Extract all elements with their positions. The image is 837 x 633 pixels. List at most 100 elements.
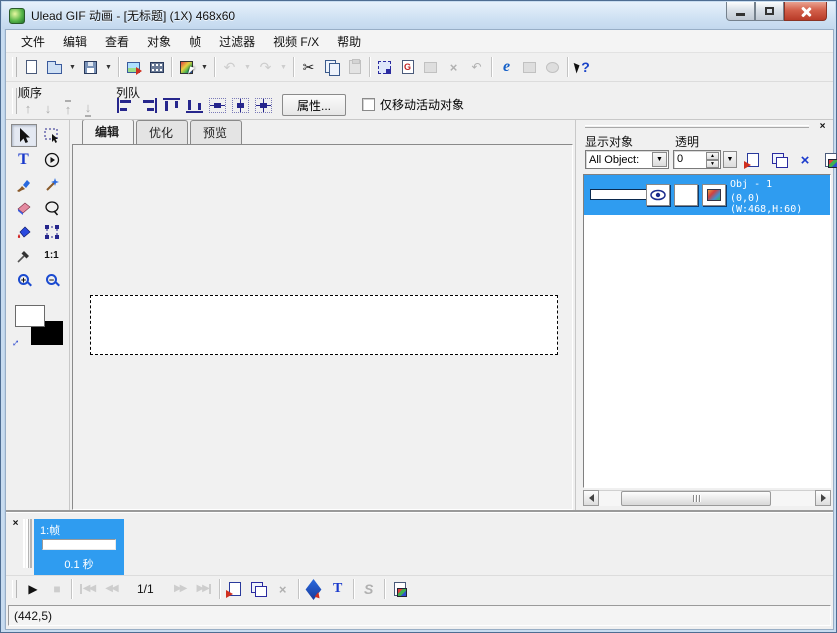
magic-wand-tool-button[interactable] — [39, 172, 65, 195]
tab-edit[interactable]: 编辑 — [82, 119, 134, 144]
add-video-button[interactable] — [145, 55, 168, 79]
spinner-up-icon[interactable]: ▲ — [706, 152, 719, 160]
undo-button: ↶ — [218, 55, 241, 79]
context-help-button[interactable]: ? — [571, 55, 594, 79]
object-list[interactable]: Obj - 1 (0,0)(W:468,H:60) — [583, 174, 831, 488]
frame-1-cell[interactable]: 1:帧 0.1 秒 — [34, 519, 124, 575]
canvas-object-banner[interactable] — [90, 295, 558, 355]
copy-button[interactable] — [320, 55, 343, 79]
toolbar-grip[interactable] — [12, 88, 17, 114]
align-right-button[interactable] — [140, 98, 157, 113]
panel-close-button[interactable]: × — [816, 120, 829, 132]
spinner-down-icon[interactable]: ▼ — [706, 160, 719, 168]
object-image-button[interactable] — [702, 184, 726, 206]
transparency-spinner[interactable]: 0 ▲ ▼ — [673, 150, 721, 169]
save-dropdown[interactable]: ▼ — [102, 55, 115, 79]
panel-controls: All Object: ▼ 0 ▲ ▼ ▼ × — [583, 150, 831, 172]
timeline-close-button[interactable]: × — [9, 517, 22, 529]
new-button[interactable] — [20, 55, 43, 79]
scroll-right-button[interactable] — [815, 490, 831, 506]
lasso-tool-button[interactable] — [39, 196, 65, 219]
delete-object-button[interactable]: × — [795, 150, 815, 170]
duplicate-frame-button[interactable] — [247, 578, 271, 600]
zoom-out-button[interactable]: − — [39, 268, 65, 291]
foreground-color-swatch[interactable] — [15, 305, 45, 327]
eraser-tool-button[interactable] — [11, 196, 37, 219]
toolbar-grip[interactable] — [12, 580, 17, 598]
object-filter-combobox[interactable]: All Object: ▼ — [585, 150, 669, 169]
object-list-item-selected[interactable]: Obj - 1 (0,0)(W:468,H:60) — [584, 175, 830, 215]
center-horizontal-button[interactable] — [232, 98, 249, 113]
text-tool-button[interactable]: T — [11, 148, 37, 171]
panel-header: × — [583, 120, 831, 133]
html-assistant-icon — [521, 58, 539, 76]
move-active-only-checkbox[interactable] — [362, 98, 375, 111]
close-button[interactable] — [784, 2, 827, 21]
center-vertical-button[interactable] — [209, 98, 226, 113]
timeline-grip[interactable] — [23, 519, 29, 568]
pick-color-tool-button[interactable] — [175, 55, 198, 79]
menu-view[interactable]: 查看 — [96, 30, 138, 53]
menu-video-fx[interactable]: 视频 F/X — [264, 30, 328, 53]
scrollbar-track[interactable] — [599, 490, 815, 506]
add-frame-button[interactable] — [223, 578, 247, 600]
crop-canvas-button[interactable] — [373, 55, 396, 79]
marquee-tool-button[interactable] — [39, 124, 65, 147]
dropdown-icon: ▼ — [201, 64, 208, 71]
duplicate-object-button[interactable] — [769, 150, 789, 170]
object-properties-button[interactable] — [821, 150, 837, 170]
edit-canvas[interactable] — [72, 144, 573, 510]
banner-text-button[interactable]: T — [326, 578, 350, 600]
optimize-gif-button[interactable]: G — [396, 55, 419, 79]
actual-size-button[interactable]: 1:1 — [39, 244, 65, 267]
menu-edit[interactable]: 编辑 — [54, 30, 96, 53]
play-icon: ▶ — [28, 583, 35, 595]
add-object-button[interactable] — [743, 150, 763, 170]
transform-tool-button[interactable] — [39, 220, 65, 243]
object-blank-button[interactable] — [674, 184, 698, 206]
toolbar-grip[interactable] — [12, 57, 17, 77]
minimize-button[interactable] — [726, 2, 755, 21]
menu-file[interactable]: 文件 — [12, 30, 54, 53]
save-button[interactable] — [79, 55, 102, 79]
color-swatches: ↕ — [13, 305, 63, 349]
align-top-button[interactable] — [163, 98, 180, 113]
menu-frame[interactable]: 帧 — [180, 30, 210, 53]
frame-properties-icon — [394, 582, 406, 596]
eyedropper-tool-button[interactable] — [11, 244, 37, 267]
align-left-button[interactable] — [117, 98, 134, 113]
open-button[interactable] — [43, 55, 66, 79]
add-image-button[interactable] — [122, 55, 145, 79]
brush-tool-button[interactable] — [11, 172, 37, 195]
open-dropdown[interactable]: ▼ — [66, 55, 79, 79]
play-banner-tool-button[interactable] — [39, 148, 65, 171]
fill-tool-button[interactable] — [11, 220, 37, 243]
restore-button[interactable] — [755, 2, 784, 21]
transition-effect-button[interactable] — [302, 578, 326, 600]
align-bottom-button[interactable] — [186, 98, 203, 113]
title-bar[interactable]: Ulead GIF 动画 - [无标题] (1X) 468x60 — [2, 2, 835, 29]
combobox-dropdown-icon[interactable]: ▼ — [652, 152, 667, 167]
frame-properties-button[interactable] — [388, 578, 412, 600]
tab-optimize[interactable]: 优化 — [136, 120, 188, 144]
scrollbar-thumb[interactable] — [621, 491, 771, 506]
center-both-button[interactable] — [255, 98, 272, 113]
browser-preview-button[interactable]: e — [495, 55, 518, 79]
properties-button[interactable]: 属性... — [282, 94, 346, 116]
tab-preview[interactable]: 预览 — [190, 120, 242, 144]
zoom-in-button[interactable]: + — [11, 268, 37, 291]
panel-drag-handle[interactable] — [585, 125, 809, 128]
menu-object[interactable]: 对象 — [138, 30, 180, 53]
pointer-tool-button[interactable] — [11, 124, 37, 147]
menu-filters[interactable]: 过滤器 — [210, 30, 264, 53]
pick-color-dropdown[interactable]: ▼ — [198, 55, 211, 79]
order-buttons: ↑ ↓ ↑ ↓ — [18, 98, 98, 118]
object-visibility-button[interactable] — [646, 184, 670, 206]
paste-icon — [346, 58, 364, 76]
menu-help[interactable]: 帮助 — [328, 30, 370, 53]
cut-button[interactable]: ✂ — [297, 55, 320, 79]
swap-colors-icon[interactable]: ↕ — [9, 337, 21, 349]
scroll-left-button[interactable] — [583, 490, 599, 506]
play-button[interactable]: ▶ — [20, 578, 44, 600]
transparency-dropdown-button[interactable]: ▼ — [723, 151, 737, 168]
